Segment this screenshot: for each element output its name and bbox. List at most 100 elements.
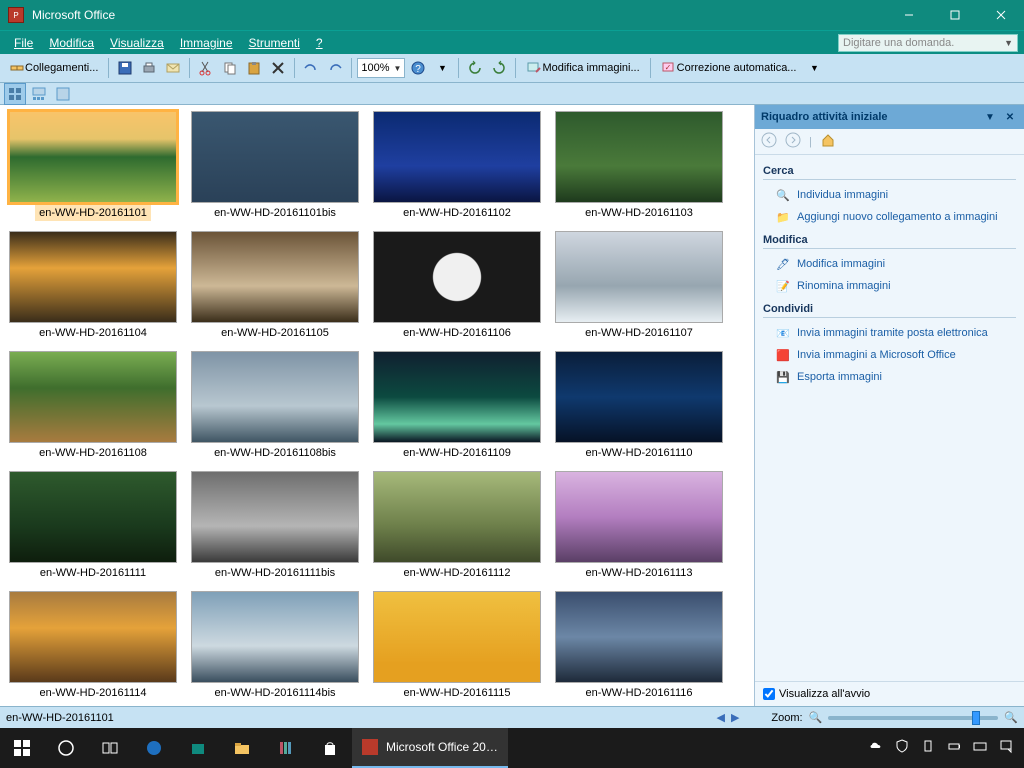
tray-security-icon[interactable]: [894, 738, 910, 759]
shortcuts-button[interactable]: Collegamenti...: [4, 57, 103, 79]
tray-onedrive-icon[interactable]: [868, 738, 884, 759]
save-button[interactable]: [114, 57, 136, 79]
paste-button[interactable]: [243, 57, 265, 79]
zoom-out-button[interactable]: 🔍: [809, 711, 823, 724]
task-view-button[interactable]: [88, 728, 132, 768]
print-button[interactable]: [138, 57, 160, 79]
thumbnail[interactable]: en-WW-HD-20161107: [554, 231, 724, 341]
thumbnail[interactable]: en-WW-HD-20161110: [554, 351, 724, 461]
viewbar: [0, 83, 1024, 105]
thumbnail[interactable]: en-WW-HD-20161114bis: [190, 591, 360, 701]
zoom-slider[interactable]: [828, 716, 998, 720]
folder-icon: [232, 738, 252, 758]
thumbnail[interactable]: en-WW-HD-20161104: [8, 231, 178, 341]
tray-notifications-icon[interactable]: [998, 738, 1014, 759]
menu-immagine[interactable]: Immagine: [172, 31, 241, 54]
close-button[interactable]: [978, 0, 1024, 30]
edge-button[interactable]: [132, 728, 176, 768]
delete-button[interactable]: [267, 57, 289, 79]
link-send-email[interactable]: 📧Invia immagini tramite posta elettronic…: [763, 322, 1016, 344]
zoom-slider-knob[interactable]: [972, 711, 980, 725]
next-image-button[interactable]: ▶: [731, 711, 739, 724]
nav-back-button[interactable]: [761, 132, 777, 151]
show-startup-checkbox[interactable]: [763, 688, 775, 700]
view-filmstrip-button[interactable]: [28, 83, 50, 105]
thumbnail[interactable]: en-WW-HD-20161102: [372, 111, 542, 221]
thumbnail[interactable]: en-WW-HD-20161105: [190, 231, 360, 341]
view-thumbnails-button[interactable]: [4, 83, 26, 105]
autocorrect-button[interactable]: ✓ Correzione automatica...: [656, 57, 802, 79]
menu-visualizza[interactable]: Visualizza: [102, 31, 172, 54]
link-add-shortcut[interactable]: 📁Aggiungi nuovo collegamento a immagini: [763, 206, 1016, 228]
thumbnail-caption: en-WW-HD-20161102: [399, 205, 515, 221]
gallery[interactable]: en-WW-HD-20161101en-WW-HD-20161101bisen-…: [0, 105, 754, 706]
thumbnail[interactable]: en-WW-HD-20161103: [554, 111, 724, 221]
nav-forward-button[interactable]: [785, 132, 801, 151]
thumbnail[interactable]: en-WW-HD-20161101bis: [190, 111, 360, 221]
thumbnail-caption: en-WW-HD-20161115: [400, 685, 515, 701]
rotate-left-button[interactable]: [464, 57, 486, 79]
thumbnail[interactable]: en-WW-HD-20161112: [372, 471, 542, 581]
menu-modifica[interactable]: Modifica: [41, 31, 102, 54]
toolbar-options-button[interactable]: ▼: [431, 57, 453, 79]
window-title: Microsoft Office: [32, 8, 886, 22]
help-button[interactable]: ?: [407, 57, 429, 79]
prev-image-button[interactable]: ◀: [716, 711, 724, 724]
redo-button[interactable]: [324, 57, 346, 79]
undo-button[interactable]: [300, 57, 322, 79]
start-button[interactable]: [0, 728, 44, 768]
zoom-in-button[interactable]: 🔍: [1004, 711, 1018, 724]
toolbars: Collegamenti... 100%▼ ? ▼ Modifica immag…: [0, 54, 1024, 83]
thumbnail[interactable]: en-WW-HD-20161115: [372, 591, 542, 701]
view-single-button[interactable]: [52, 83, 74, 105]
explorer-button[interactable]: [220, 728, 264, 768]
thumbnail[interactable]: en-WW-HD-20161108: [8, 351, 178, 461]
link-edit-images[interactable]: 🖊Modifica immagini: [763, 253, 1016, 275]
link-send-office[interactable]: 🟥Invia immagini a Microsoft Office: [763, 344, 1016, 366]
cut-button[interactable]: [195, 57, 217, 79]
link-export-images[interactable]: 💾Esporta immagini: [763, 366, 1016, 388]
menu-strumenti[interactable]: Strumenti: [241, 31, 308, 54]
edit-images-button[interactable]: Modifica immagini...: [521, 57, 644, 79]
thumbnail[interactable]: en-WW-HD-20161106: [372, 231, 542, 341]
minimize-button[interactable]: [886, 0, 932, 30]
link-rename-images[interactable]: 📝Rinomina immagini: [763, 275, 1016, 297]
mail-button[interactable]: [162, 57, 184, 79]
store-button-2[interactable]: [264, 728, 308, 768]
thumbnail-image: [191, 231, 359, 323]
thumbnail[interactable]: en-WW-HD-20161111bis: [190, 471, 360, 581]
zoom-combo[interactable]: 100%▼: [357, 58, 405, 78]
menu-file[interactable]: File: [6, 31, 41, 54]
toolbar-options-button-2[interactable]: ▼: [803, 57, 825, 79]
task-pane-close-button[interactable]: ✕: [1002, 109, 1018, 125]
tray-usb-icon[interactable]: [920, 738, 936, 759]
edit-image-icon: 🖊: [775, 256, 791, 272]
taskbar-app-active[interactable]: Microsoft Office 20…: [352, 728, 508, 768]
link-find-images[interactable]: 🔍Individua immagini: [763, 184, 1016, 206]
thumbnail[interactable]: en-WW-HD-20161114: [8, 591, 178, 701]
thumbnail-image: [373, 471, 541, 563]
maximize-button[interactable]: [932, 0, 978, 30]
thumbnail[interactable]: en-WW-HD-20161116: [554, 591, 724, 701]
question-box[interactable]: Digitare una domanda. ▼: [838, 34, 1018, 52]
nav-home-button[interactable]: [820, 132, 836, 151]
store-button-3[interactable]: [308, 728, 352, 768]
thumbnail[interactable]: en-WW-HD-20161108bis: [190, 351, 360, 461]
tray-keyboard-icon[interactable]: [972, 738, 988, 759]
thumbnail[interactable]: en-WW-HD-20161113: [554, 471, 724, 581]
store-button-1[interactable]: [176, 728, 220, 768]
task-pane: Riquadro attività iniziale ▼ ✕ | Cerca 🔍…: [754, 105, 1024, 706]
thumbnail[interactable]: en-WW-HD-20161109: [372, 351, 542, 461]
thumbnail[interactable]: en-WW-HD-20161111: [8, 471, 178, 581]
link-icon: [9, 60, 25, 76]
section-search: Cerca: [763, 165, 1016, 180]
thumbnail-caption: en-WW-HD-20161106: [399, 325, 515, 341]
task-pane-menu-button[interactable]: ▼: [982, 109, 998, 125]
menu-help[interactable]: ?: [308, 31, 331, 54]
rotate-right-button[interactable]: [488, 57, 510, 79]
copy-button[interactable]: [219, 57, 241, 79]
cortana-button[interactable]: [44, 728, 88, 768]
tray-power-icon[interactable]: [946, 738, 962, 759]
thumbnail-image: [373, 591, 541, 683]
thumbnail[interactable]: en-WW-HD-20161101: [8, 111, 178, 221]
